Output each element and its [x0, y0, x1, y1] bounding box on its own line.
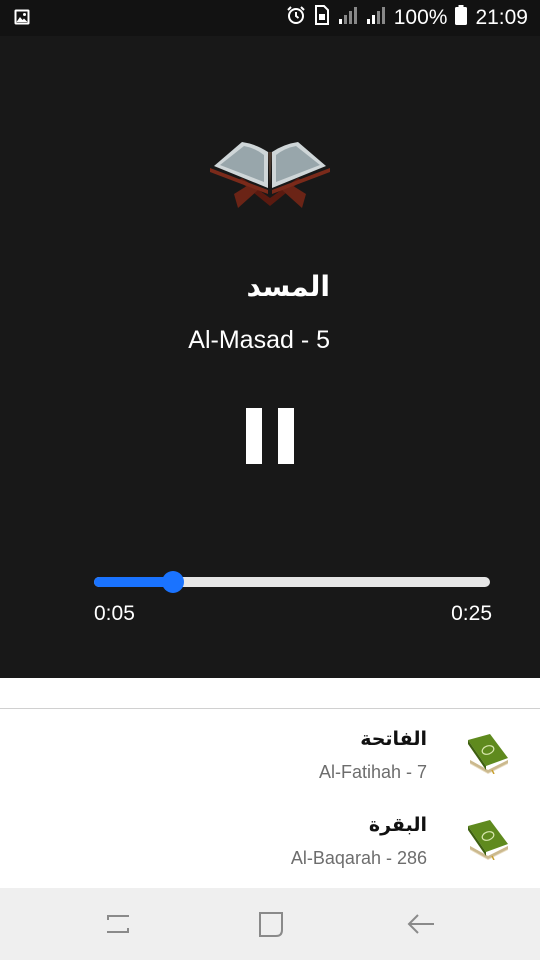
- status-bar: 100% 21:09: [0, 0, 540, 36]
- surah-list: الفاتحة Al-Fatihah - 7 البقرة Al-Baqarah…: [0, 678, 540, 888]
- sim-card-icon: [314, 5, 330, 31]
- seek-bar[interactable]: [94, 569, 490, 595]
- now-playing-panel: المسد Al-Masad - 5 0:05 0:25: [0, 36, 540, 678]
- clock: 21:09: [475, 6, 528, 29]
- list-item-latin-name: Al-Baqarah - 286: [290, 848, 427, 868]
- back-icon[interactable]: [402, 908, 442, 940]
- open-quran-icon: [208, 136, 332, 212]
- alarm-icon: [286, 5, 306, 31]
- status-icons: 100% 21:09: [286, 0, 528, 36]
- battery-icon: [455, 5, 468, 31]
- list-item-arabic-name: الفاتحة: [360, 728, 427, 750]
- current-surah-arabic-name: المسد: [246, 270, 330, 303]
- list-item[interactable]: البقرة Al-Baqarah - 286: [0, 794, 540, 880]
- home-icon[interactable]: [250, 908, 290, 940]
- quran-book-icon: [466, 816, 510, 861]
- pause-button[interactable]: [242, 404, 298, 468]
- pause-icon-bar-left: [246, 408, 262, 464]
- seek-thumb[interactable]: [162, 571, 184, 593]
- system-navigation-bar: [0, 888, 540, 960]
- list-item[interactable]: الفاتحة Al-Fatihah - 7: [0, 708, 540, 794]
- list-item-arabic-name: البقرة: [368, 814, 427, 836]
- recent-apps-icon[interactable]: [98, 908, 138, 940]
- current-surah-latin-name: Al-Masad - 5: [188, 326, 330, 354]
- quran-book-icon: [466, 730, 510, 775]
- signal-icon-1: [338, 6, 358, 30]
- signal-icon-2: [366, 6, 386, 30]
- total-time: 0:25: [451, 602, 492, 625]
- elapsed-time: 0:05: [94, 602, 135, 625]
- pause-icon-bar-right: [278, 408, 294, 464]
- battery-percentage: 100%: [393, 6, 448, 29]
- list-item-latin-name: Al-Fatihah - 7: [318, 762, 427, 782]
- gallery-notification-icon: [14, 9, 30, 30]
